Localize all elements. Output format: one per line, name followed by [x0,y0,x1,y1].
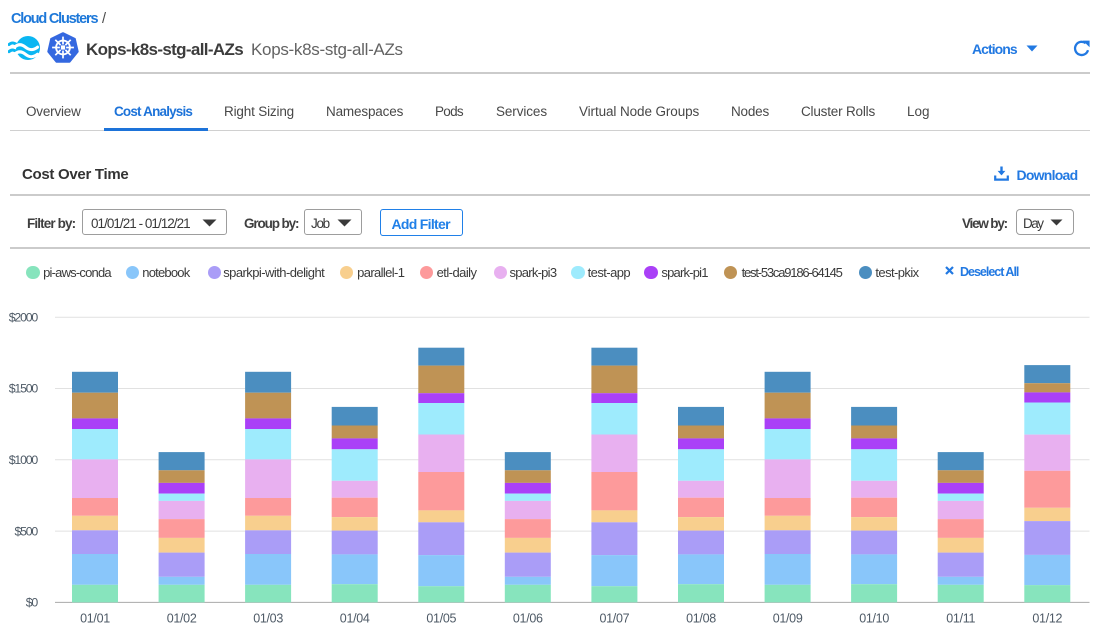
svg-text:01/06: 01/06 [513,611,543,625]
svg-text:$1500: $1500 [9,382,39,396]
svg-text:01/12: 01/12 [1032,611,1062,625]
svg-text:$2000: $2000 [9,311,39,325]
svg-text:01/03: 01/03 [253,611,283,625]
svg-text:01/10: 01/10 [859,611,889,625]
svg-text:01/04: 01/04 [340,611,370,625]
svg-text:01/01: 01/01 [80,611,110,625]
svg-text:01/09: 01/09 [773,611,803,625]
svg-text:01/05: 01/05 [426,611,456,625]
svg-text:01/08: 01/08 [686,611,716,625]
svg-text:01/07: 01/07 [600,611,630,625]
svg-text:01/11: 01/11 [946,611,975,625]
svg-text:$1000: $1000 [9,453,39,467]
svg-text:$500: $500 [14,524,38,538]
svg-text:01/02: 01/02 [167,611,197,625]
svg-text:$0: $0 [26,596,39,610]
